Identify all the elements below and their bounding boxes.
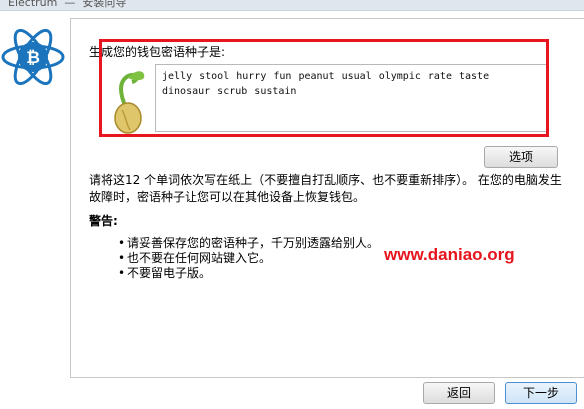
back-button[interactable]: 返回 — [423, 382, 495, 404]
svg-text:₿: ₿ — [26, 48, 40, 68]
seed-highlight-box — [99, 39, 549, 137]
seed-instruction-text: 请将这12 个单词依次写在纸上（不要擅自打乱顺序、也不要重新排序）。 在您的电脑… — [89, 173, 562, 204]
options-button[interactable]: 选项 — [484, 146, 558, 168]
electrum-logo-icon: ₿ — [1, 28, 65, 86]
warning-item: 请妥善保存您的密语种子，千万别透露给别人。 — [118, 236, 379, 251]
next-button[interactable]: 下一步 — [505, 382, 577, 404]
title-bar: Electrum — 安装向导 — [0, 0, 584, 11]
warning-item: 也不要在任何网站键入它。 — [118, 251, 379, 266]
window-title: Electrum — 安装向导 — [8, 0, 127, 9]
warning-list: 请妥善保存您的密语种子，千万别透露给别人。 也不要在任何网站键入它。 不要留电子… — [118, 236, 379, 281]
site-watermark: www.daniao.org — [384, 245, 515, 264]
warning-item: 不要留电子版。 — [118, 266, 379, 281]
warning-title: 警告: — [89, 214, 118, 228]
